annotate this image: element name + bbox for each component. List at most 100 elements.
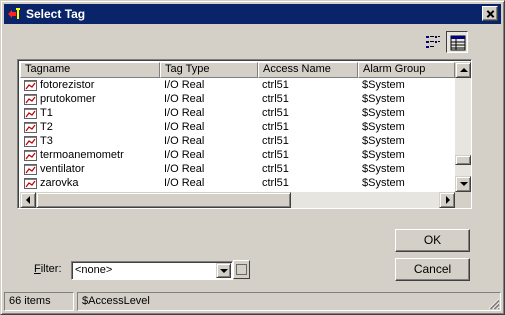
- tag-type-cell: I/O Real: [164, 121, 205, 133]
- table-row[interactable]: prutokomer I/O Real ctrl51 $System: [20, 92, 455, 106]
- alarm-group-cell: $System: [362, 135, 405, 147]
- tagname-cell: T2: [20, 120, 160, 134]
- access-name-cell: ctrl51: [262, 149, 289, 161]
- cancel-button[interactable]: Cancel: [395, 258, 470, 281]
- alarm-group-cell: $System: [362, 163, 405, 175]
- tag-type-cell: I/O Real: [164, 79, 205, 91]
- tag-type-cell: I/O Real: [164, 149, 205, 161]
- filter-label: Filter:: [34, 263, 62, 275]
- tagname-text: fotorezistor: [40, 79, 95, 91]
- status-bar: 66 items $AccessLevel: [4, 292, 501, 311]
- arrow-right-icon: [446, 196, 450, 204]
- close-button[interactable]: [482, 6, 498, 21]
- alarm-group-cell: $System: [362, 149, 405, 161]
- scroll-right-button[interactable]: [439, 192, 455, 208]
- details-view-button[interactable]: [446, 31, 468, 53]
- tag-icon: [24, 135, 37, 147]
- tagname-text: termoanemometr: [40, 149, 124, 161]
- tagname-text: prutokomer: [40, 93, 96, 105]
- arrow-down-icon: [460, 182, 468, 186]
- access-name-cell: ctrl51: [262, 177, 289, 189]
- tag-app-icon: [8, 8, 20, 19]
- list-view-button[interactable]: [422, 31, 444, 53]
- tag-list[interactable]: Tagname Tag Type Access Name Alarm Group…: [17, 59, 472, 209]
- horizontal-scroll-thumb[interactable]: [36, 192, 291, 208]
- tagname-cell: T1: [20, 106, 160, 120]
- access-name-cell: ctrl51: [262, 135, 289, 147]
- tagname-text: zarovka: [40, 177, 79, 189]
- tag-icon: [24, 121, 37, 133]
- list-view-icon: [426, 36, 440, 48]
- tagname-text: T1: [40, 107, 53, 119]
- horizontal-scrollbar[interactable]: [20, 192, 455, 208]
- table-row[interactable]: termoanemometr I/O Real ctrl51 $System: [20, 148, 455, 162]
- vertical-scrollbar[interactable]: [455, 62, 471, 192]
- scroll-up-button[interactable]: [455, 62, 471, 78]
- table-row[interactable]: zarovka I/O Real ctrl51 $System: [20, 176, 455, 190]
- access-name-cell: ctrl51: [262, 79, 289, 91]
- status-item-count: 66 items: [4, 292, 74, 311]
- tag-icon: [24, 79, 37, 91]
- filter-combobox[interactable]: <none>: [71, 261, 233, 280]
- tag-type-cell: I/O Real: [164, 93, 205, 105]
- alarm-group-cell: $System: [362, 93, 405, 105]
- list-rows: fotorezistor I/O Real ctrl51 $System prutoko…: [20, 78, 455, 190]
- column-header-access-name[interactable]: Access Name: [258, 62, 358, 78]
- table-row[interactable]: T2 I/O Real ctrl51 $System: [20, 120, 455, 134]
- tagname-cell: ventilator: [20, 162, 160, 176]
- tagname-cell: termoanemometr: [20, 148, 160, 162]
- list-header: Tagname Tag Type Access Name Alarm Group: [20, 62, 455, 78]
- tag-type-cell: I/O Real: [164, 135, 205, 147]
- tagname-cell: T3: [20, 134, 160, 148]
- arrow-up-icon: [460, 68, 468, 72]
- access-name-cell: ctrl51: [262, 121, 289, 133]
- dotted-box-icon: [236, 264, 247, 275]
- filter-label-text: ilter:: [40, 263, 62, 275]
- table-row[interactable]: ventilator I/O Real ctrl51 $System: [20, 162, 455, 176]
- access-name-cell: ctrl51: [262, 93, 289, 105]
- column-header-alarm-group[interactable]: Alarm Group: [358, 62, 455, 78]
- tag-icon: [24, 177, 37, 189]
- details-view-icon: [450, 35, 466, 51]
- tag-type-cell: I/O Real: [164, 163, 205, 175]
- alarm-group-cell: $System: [362, 177, 405, 189]
- tagname-text: T2: [40, 121, 53, 133]
- tag-icon: [24, 163, 37, 175]
- tag-type-cell: I/O Real: [164, 177, 205, 189]
- window-title: Select Tag: [26, 7, 86, 21]
- arrow-left-icon: [26, 196, 30, 204]
- tag-icon: [24, 149, 37, 161]
- table-row[interactable]: T1 I/O Real ctrl51 $System: [20, 106, 455, 120]
- vertical-scroll-thumb[interactable]: [455, 155, 471, 165]
- tag-type-cell: I/O Real: [164, 107, 205, 119]
- tag-icon: [24, 93, 37, 105]
- tagname-text: T3: [40, 135, 53, 147]
- filter-dropdown-button[interactable]: [216, 263, 231, 278]
- table-row[interactable]: T3 I/O Real ctrl51 $System: [20, 134, 455, 148]
- scroll-corner: [455, 192, 471, 208]
- tagname-cell: zarovka: [20, 176, 160, 190]
- scroll-down-button[interactable]: [455, 176, 471, 192]
- tag-icon: [24, 107, 37, 119]
- title-bar[interactable]: Select Tag: [4, 4, 501, 24]
- status-field: $AccessLevel: [77, 292, 501, 311]
- alarm-group-cell: $System: [362, 79, 405, 91]
- tagname-cell: prutokomer: [20, 92, 160, 106]
- alarm-group-cell: $System: [362, 121, 405, 133]
- tagname-text: ventilator: [40, 163, 85, 175]
- alarm-group-cell: $System: [362, 107, 405, 119]
- resize-grip-icon[interactable]: [487, 297, 500, 310]
- table-row[interactable]: fotorezistor I/O Real ctrl51 $System: [20, 78, 455, 92]
- filter-browse-button[interactable]: [233, 260, 250, 279]
- ok-button[interactable]: OK: [395, 229, 470, 252]
- filter-value: <none>: [75, 264, 113, 276]
- column-header-tag-type[interactable]: Tag Type: [160, 62, 258, 78]
- filter-label-accelerator: F: [34, 263, 41, 275]
- column-header-tagname[interactable]: Tagname: [20, 62, 160, 78]
- tagname-cell: fotorezistor: [20, 78, 160, 92]
- access-name-cell: ctrl51: [262, 163, 289, 175]
- chevron-down-icon: [220, 269, 228, 273]
- access-name-cell: ctrl51: [262, 107, 289, 119]
- select-tag-dialog: Select Tag Tagname Tag Type Access Name …: [0, 0, 505, 315]
- scroll-left-button[interactable]: [20, 192, 36, 208]
